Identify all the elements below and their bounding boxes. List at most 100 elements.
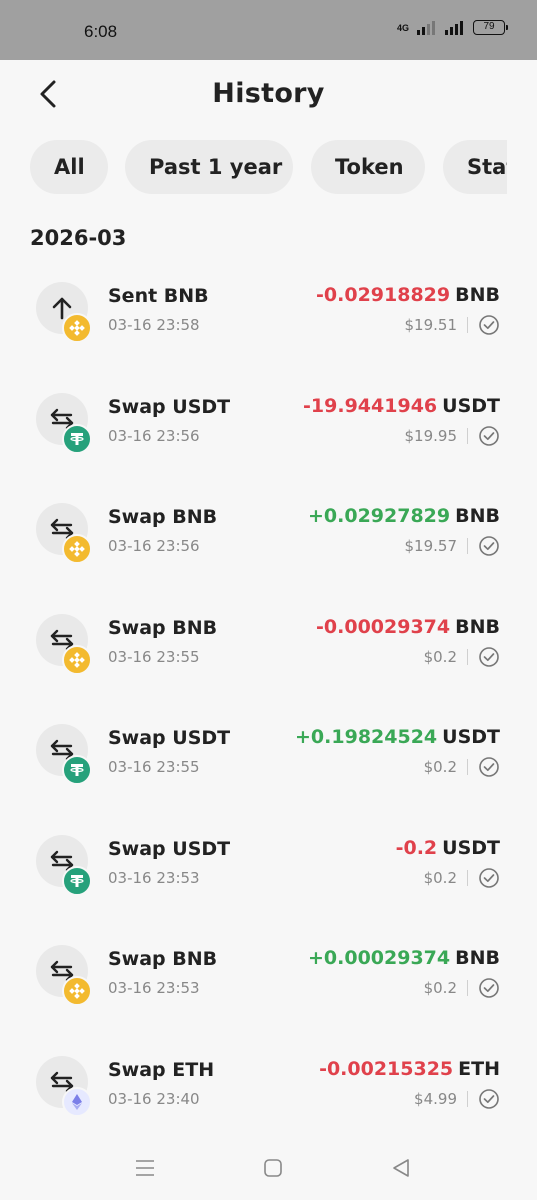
filter-chip-period[interactable]: Past 1 year — [125, 140, 293, 194]
usdt-token-icon — [70, 874, 84, 887]
eth-token-icon — [72, 1093, 82, 1110]
amount-value: +0.19824524 — [295, 726, 438, 748]
divider — [467, 648, 468, 665]
divider — [467, 427, 468, 444]
transaction-amount: -0.02918829 BNB — [316, 284, 500, 306]
bnb-token-icon — [69, 541, 85, 557]
amount-symbol: BNB — [455, 615, 500, 638]
transaction-title: Swap USDT — [108, 395, 231, 418]
transaction-sub: $0.2 — [424, 977, 500, 999]
token-badge — [62, 1086, 92, 1117]
check-circle-icon — [479, 536, 499, 556]
transaction-time: 03-16 23:53 — [108, 979, 200, 997]
usd-value: $4.99 — [414, 1089, 457, 1108]
nav-back-button[interactable] — [389, 1156, 413, 1180]
transaction-row[interactable]: Swap USDT 03-16 23:56 -19.9441946 USDT $19.9… — [0, 381, 537, 491]
back-triangle-icon — [393, 1159, 409, 1177]
status-icons: 4G 79 — [396, 20, 508, 35]
status-bar: 6:08 4G 79 — [0, 0, 537, 60]
status-time: 6:08 — [84, 22, 118, 41]
transaction-row[interactable]: Sent BNB 03-16 23:58 -0.02918829 BNB $19.51 — [0, 270, 537, 380]
filter-chip-label: Status — [467, 155, 507, 179]
transaction-sub: $19.51 — [405, 314, 501, 336]
check-circle-icon — [479, 757, 499, 777]
nav-home-button[interactable] — [261, 1156, 285, 1180]
filter-chip-status[interactable]: Status — [443, 140, 507, 194]
menu-icon — [136, 1160, 154, 1176]
amount-symbol: USDT — [442, 836, 500, 859]
check-circle-icon — [479, 425, 499, 446]
transaction-time: 03-16 23:58 — [108, 316, 200, 334]
check-circle-icon — [479, 646, 499, 667]
filter-chip-label: Past 1 year — [149, 155, 283, 179]
divider — [467, 759, 468, 775]
amount-symbol: USDT — [442, 726, 500, 748]
token-badge — [62, 423, 92, 454]
transaction-amount: +0.19824524 USDT — [295, 726, 500, 748]
filter-chip-all[interactable]: All — [30, 140, 108, 194]
usd-value: $19.95 — [404, 426, 458, 445]
token-badge — [62, 976, 92, 1006]
transaction-amount: -19.9441946 USDT — [303, 395, 500, 417]
transaction-title: Swap BNB — [108, 948, 218, 970]
transaction-time: 03-16 23:56 — [108, 426, 200, 445]
check-circle-icon — [479, 867, 499, 888]
usd-value: $19.57 — [404, 537, 458, 555]
transaction-amount: -0.2 USDT — [396, 837, 500, 859]
transaction-row[interactable]: Swap USDT 03-16 23:53 -0.2 USDT $0.2 — [0, 823, 537, 933]
transaction-title: Swap ETH — [108, 1058, 215, 1081]
amount-value: +0.00029374 — [308, 947, 451, 969]
transaction-amount: -0.00029374 BNB — [316, 616, 500, 638]
header: History — [0, 60, 537, 130]
bnb-token-icon — [69, 983, 85, 999]
check-circle-icon — [479, 315, 499, 335]
transaction-title: Swap USDT — [108, 837, 231, 860]
amount-value: -0.00029374 — [316, 615, 451, 638]
token-badge — [62, 865, 92, 896]
transaction-time: 03-16 23:40 — [108, 1089, 200, 1108]
filter-bar: All Past 1 year Token Status — [0, 140, 507, 194]
usdt-token-icon — [70, 764, 84, 776]
network-label: 4G — [396, 22, 409, 33]
amount-value: -0.02918829 — [316, 284, 451, 306]
bnb-token-icon — [69, 651, 85, 668]
token-badge — [62, 313, 92, 343]
amount-value: -0.00215325 — [319, 1057, 454, 1080]
transaction-time: 03-16 23:55 — [108, 758, 200, 776]
token-badge — [62, 644, 92, 675]
system-nav-bar — [0, 1136, 537, 1200]
divider — [467, 1090, 468, 1107]
transaction-sub: $0.2 — [424, 867, 500, 889]
transaction-title: Swap USDT — [108, 727, 231, 749]
transaction-row[interactable]: Swap BNB 03-16 23:55 -0.00029374 BNB $0.2 — [0, 602, 537, 712]
amount-value: -19.9441946 — [303, 394, 438, 417]
transaction-row[interactable]: Swap BNB 03-16 23:53 +0.00029374 BNB $0.2 — [0, 933, 537, 1043]
transaction-row[interactable]: Swap BNB 03-16 23:56 +0.02927829 BNB $19.57 — [0, 491, 537, 601]
signal-icon — [417, 20, 435, 35]
divider — [467, 869, 468, 886]
transaction-sub: $19.57 — [405, 535, 501, 557]
filter-chip-label: Token — [335, 155, 404, 179]
transaction-sub: $0.2 — [424, 646, 500, 668]
bnb-token-icon — [69, 320, 85, 336]
token-badge — [62, 534, 92, 564]
amount-symbol: BNB — [455, 947, 500, 969]
page-title: History — [212, 78, 325, 109]
transaction-title: Swap BNB — [108, 506, 218, 528]
check-circle-icon — [479, 1088, 499, 1109]
filter-chip-label: All — [54, 155, 85, 179]
divider — [467, 980, 468, 996]
amount-symbol: BNB — [455, 284, 500, 306]
usdt-token-icon — [70, 432, 84, 445]
transaction-row[interactable]: Swap USDT 03-16 23:55 +0.19824524 USDT $0.2 — [0, 712, 537, 822]
divider — [467, 317, 468, 333]
amount-symbol: BNB — [455, 505, 500, 527]
amount-symbol: ETH — [458, 1057, 500, 1080]
transaction-title: Sent BNB — [108, 285, 209, 307]
usd-value: $0.2 — [423, 868, 457, 887]
nav-menu-button[interactable] — [133, 1156, 157, 1180]
month-header: 2026-03 — [30, 226, 127, 250]
transaction-sub: $4.99 — [414, 1088, 500, 1110]
filter-chip-token[interactable]: Token — [311, 140, 425, 194]
transaction-amount: +0.00029374 BNB — [308, 947, 500, 969]
